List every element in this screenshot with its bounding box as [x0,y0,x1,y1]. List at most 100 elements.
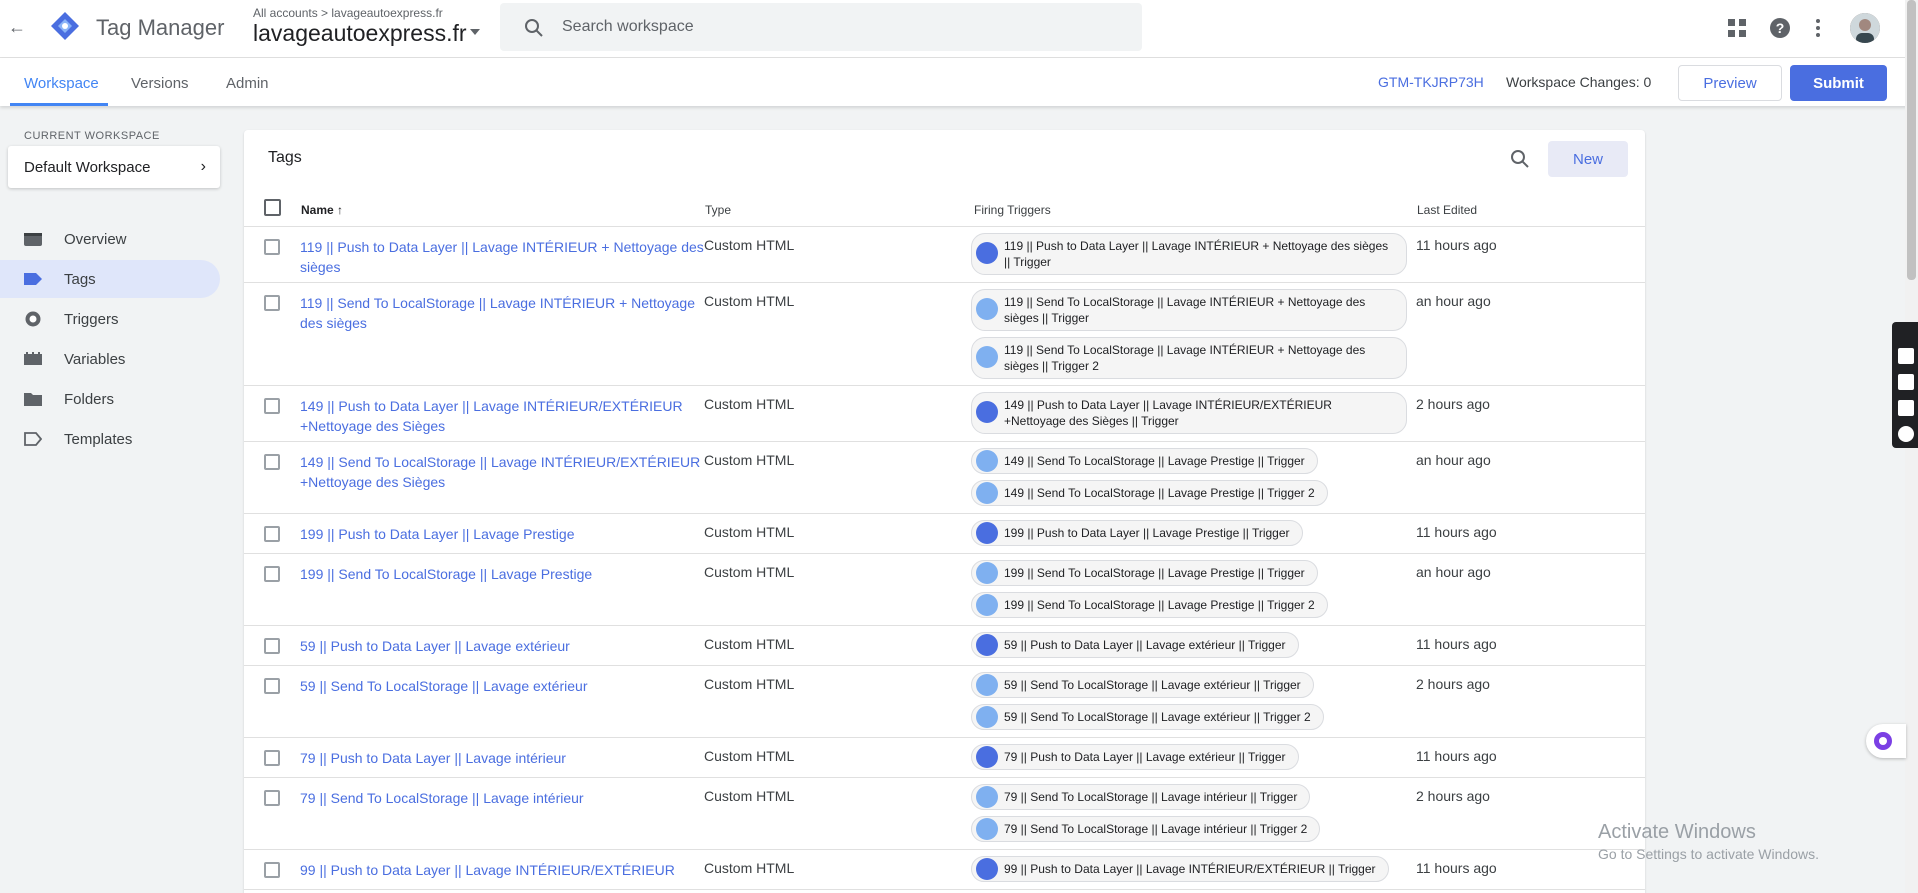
trigger-chip[interactable]: 119 || Send To LocalStorage || Lavage IN… [971,337,1407,379]
breadcrumb[interactable]: All accounts > lavageautoexpress.fr [253,6,443,20]
trigger-chip-label: 149 || Send To LocalStorage || Lavage Pr… [1004,486,1315,500]
search-bar[interactable] [500,3,1142,51]
trigger-chip[interactable]: 79 || Send To LocalStorage || Lavage int… [971,816,1321,842]
container-id[interactable]: GTM-TKJRP73H [1378,74,1484,90]
avatar[interactable] [1850,13,1880,43]
scrollbar-thumb[interactable] [1907,0,1916,280]
table-row[interactable]: 59 || Send To LocalStorage || Lavage ext… [244,666,1645,738]
trigger-chip[interactable]: 99 || Push to Data Layer || Lavage INTÉR… [971,856,1389,882]
row-checkbox[interactable] [264,678,280,694]
trigger-chip[interactable]: 149 || Send To LocalStorage || Lavage Pr… [971,448,1318,474]
tab-workspace[interactable]: Workspace [24,75,99,92]
trigger-chip[interactable]: 149 || Push to Data Layer || Lavage INTÉ… [971,392,1407,434]
table-row[interactable]: 99 || Push to Data Layer || Lavage INTÉR… [244,850,1645,890]
row-checkbox[interactable] [264,750,280,766]
trigger-chip[interactable]: 59 || Send To LocalStorage || Lavage ext… [971,704,1324,730]
trigger-chip[interactable]: 119 || Push to Data Layer || Lavage INTÉ… [971,233,1407,275]
sidebar-item-label: Templates [64,431,133,448]
sidebar-item-triggers[interactable]: Triggers [0,300,220,338]
tag-icon [24,273,42,285]
trigger-chip-label: 119 || Push to Data Layer || Lavage INTÉ… [1004,239,1389,269]
apps-grid-icon[interactable] [1725,16,1749,40]
camera-icon[interactable] [1898,348,1914,364]
sidebar-item-templates[interactable]: Templates [0,420,220,458]
active-tab-indicator [10,103,108,106]
trigger-chip[interactable]: 59 || Push to Data Layer || Lavage extér… [971,632,1299,658]
row-checkbox[interactable] [264,566,280,582]
column-last-edited[interactable]: Last Edited [1417,203,1477,217]
tag-name-link[interactable]: 79 || Send To LocalStorage || Lavage int… [300,788,705,808]
trigger-chip[interactable]: 79 || Push to Data Layer || Lavage extér… [971,744,1299,770]
sidebar-item-label: Triggers [64,311,119,328]
trigger-chip[interactable]: 59 || Send To LocalStorage || Lavage ext… [971,672,1314,698]
table-row[interactable]: 79 || Push to Data Layer || Lavage intér… [244,738,1645,778]
select-all-checkbox[interactable] [264,199,281,216]
tag-name-link[interactable]: 59 || Send To LocalStorage || Lavage ext… [300,676,705,696]
table-row[interactable]: 199 || Push to Data Layer || Lavage Pres… [244,514,1645,554]
trigger-chip[interactable]: 199 || Push to Data Layer || Lavage Pres… [971,520,1303,546]
tag-name-link[interactable]: 199 || Send To LocalStorage || Lavage Pr… [300,564,705,584]
trigger-chip[interactable]: 79 || Send To LocalStorage || Lavage int… [971,784,1311,810]
new-tag-button[interactable]: New [1548,141,1628,177]
row-checkbox[interactable] [264,526,280,542]
trigger-chip[interactable]: 149 || Send To LocalStorage || Lavage Pr… [971,480,1328,506]
column-name[interactable]: Name ↑ [301,203,343,217]
row-checkbox[interactable] [264,862,280,878]
sidebar-item-folders[interactable]: Folders [0,380,220,418]
last-edited: 11 hours ago [1416,748,1497,764]
trigger-chip[interactable]: 199 || Send To LocalStorage || Lavage Pr… [971,560,1318,586]
row-checkbox[interactable] [264,638,280,654]
tag-name-link[interactable]: 199 || Push to Data Layer || Lavage Pres… [300,524,705,544]
row-checkbox[interactable] [264,239,280,255]
assistant-bubble-icon[interactable] [1866,724,1906,758]
back-arrow-icon[interactable]: ← [8,17,28,37]
chevron-down-icon[interactable] [470,29,480,35]
search-input[interactable] [562,13,1122,41]
column-type[interactable]: Type [705,203,731,217]
tag-name-link[interactable]: 119 || Send To LocalStorage || Lavage IN… [300,293,705,333]
container-selector[interactable]: lavageautoexpress.fr [253,20,467,47]
tag-manager-logo-icon[interactable] [50,11,80,41]
tab-versions[interactable]: Versions [131,75,189,92]
folder-icon [24,393,42,406]
tag-name-link[interactable]: 59 || Push to Data Layer || Lavage extér… [300,636,705,656]
sidebar-item-overview[interactable]: Overview [0,220,220,258]
column-name-label: Name [301,203,334,217]
help-icon[interactable]: ? [1768,16,1792,40]
tag-type: Custom HTML [704,237,795,253]
preview-button[interactable]: Preview [1678,65,1782,101]
tag-name-link[interactable]: 119 || Push to Data Layer || Lavage INTÉ… [300,237,705,277]
gear-icon[interactable] [1898,426,1914,442]
trigger-chip-label: 59 || Send To LocalStorage || Lavage ext… [1004,678,1301,692]
window-icon[interactable] [1898,400,1914,416]
table-row[interactable]: 119 || Push to Data Layer || Lavage INTÉ… [244,227,1645,283]
video-icon[interactable] [1898,374,1914,390]
table-row[interactable]: 79 || Send To LocalStorage || Lavage int… [244,778,1645,850]
workspace-selector[interactable]: Default Workspace › [8,146,220,188]
column-firing-triggers[interactable]: Firing Triggers [974,203,1051,217]
table-row[interactable]: 199 || Send To LocalStorage || Lavage Pr… [244,554,1645,626]
page-view-trigger-icon [976,522,998,544]
tag-name-link[interactable]: 149 || Push to Data Layer || Lavage INTÉ… [300,396,705,436]
row-checkbox[interactable] [264,398,280,414]
search-icon[interactable] [1510,149,1530,169]
sort-ascending-icon: ↑ [337,203,344,217]
trigger-chip[interactable]: 119 || Send To LocalStorage || Lavage IN… [971,289,1407,331]
tag-name-link[interactable]: 149 || Send To LocalStorage || Lavage IN… [300,452,705,492]
table-row[interactable]: 59 || Push to Data Layer || Lavage extér… [244,626,1645,666]
search-icon [525,19,543,37]
tag-name-link[interactable]: 79 || Push to Data Layer || Lavage intér… [300,748,705,768]
tag-name-link[interactable]: 99 || Push to Data Layer || Lavage INTÉR… [300,860,705,880]
table-row[interactable]: 119 || Send To LocalStorage || Lavage IN… [244,283,1645,386]
tab-admin[interactable]: Admin [226,75,269,92]
table-row[interactable]: 149 || Push to Data Layer || Lavage INTÉ… [244,386,1645,442]
row-checkbox[interactable] [264,790,280,806]
submit-button[interactable]: Submit [1790,65,1887,101]
more-vert-icon[interactable] [1806,16,1830,40]
row-checkbox[interactable] [264,295,280,311]
sidebar-item-variables[interactable]: Variables [0,340,220,378]
table-row[interactable]: 149 || Send To LocalStorage || Lavage IN… [244,442,1645,514]
row-checkbox[interactable] [264,454,280,470]
trigger-chip[interactable]: 199 || Send To LocalStorage || Lavage Pr… [971,592,1328,618]
sidebar-item-tags[interactable]: Tags [0,260,220,298]
